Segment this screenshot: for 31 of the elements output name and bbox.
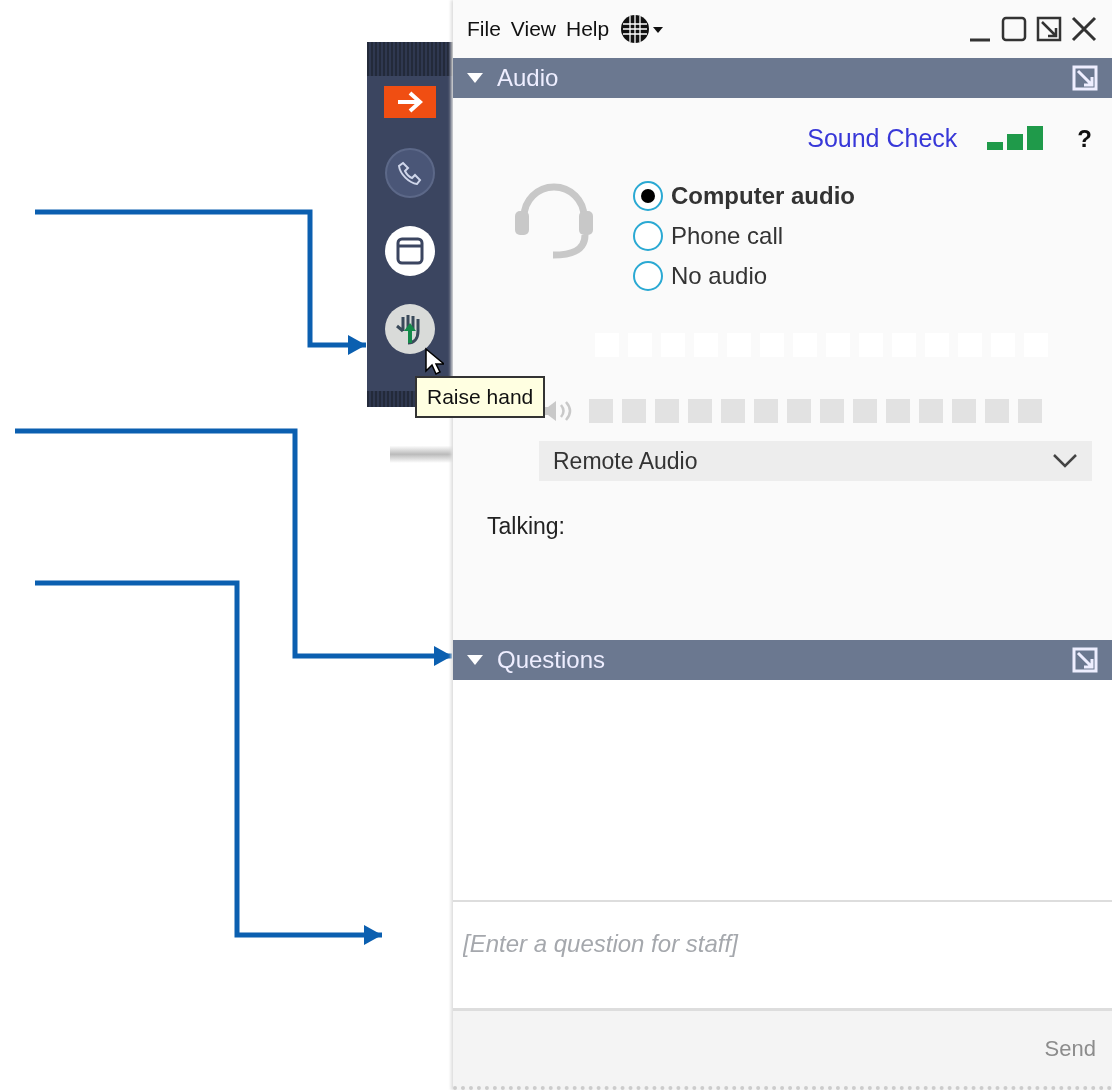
close-icon[interactable] xyxy=(1070,15,1098,43)
phone-button[interactable] xyxy=(385,148,435,198)
raise-hand-button[interactable] xyxy=(385,304,435,354)
panel-header[interactable]: Audio xyxy=(453,58,1112,98)
maximize-icon[interactable] xyxy=(1000,15,1028,43)
collapse-icon[interactable] xyxy=(467,655,483,665)
panel-title: Audio xyxy=(497,64,559,92)
cursor-icon xyxy=(424,347,444,377)
tooltip: Raise hand xyxy=(415,376,546,418)
phone-icon xyxy=(397,160,423,186)
pop-out-icon[interactable] xyxy=(1036,16,1062,42)
menu-item[interactable]: File xyxy=(467,17,501,41)
talking-label: Talking: xyxy=(487,513,566,540)
radio-option[interactable]: Computer audio xyxy=(633,181,855,211)
collapse-icon[interactable] xyxy=(467,73,483,83)
panel-header[interactable]: Questions xyxy=(453,640,1112,680)
radio-option[interactable]: No audio xyxy=(633,261,855,291)
sound-check-link[interactable]: Sound Check xyxy=(807,124,958,153)
radio-option[interactable]: Phone call xyxy=(633,221,855,251)
window-icon xyxy=(395,236,425,266)
arrow-button[interactable] xyxy=(384,86,436,118)
panel-title: Questions xyxy=(497,646,606,674)
device-dropdown[interactable]: Remote Audio xyxy=(539,441,1092,481)
window-button[interactable] xyxy=(385,226,435,276)
menu-item[interactable]: Help xyxy=(566,17,610,41)
question-input[interactable]: [Enter a question for staff] xyxy=(453,900,1112,1011)
help-link[interactable]: ? xyxy=(1077,124,1092,153)
arrow-icon xyxy=(395,91,425,113)
globe-icon[interactable] xyxy=(619,13,666,45)
chevron-icon xyxy=(1052,453,1078,469)
menu-item[interactable]: View xyxy=(510,17,556,41)
